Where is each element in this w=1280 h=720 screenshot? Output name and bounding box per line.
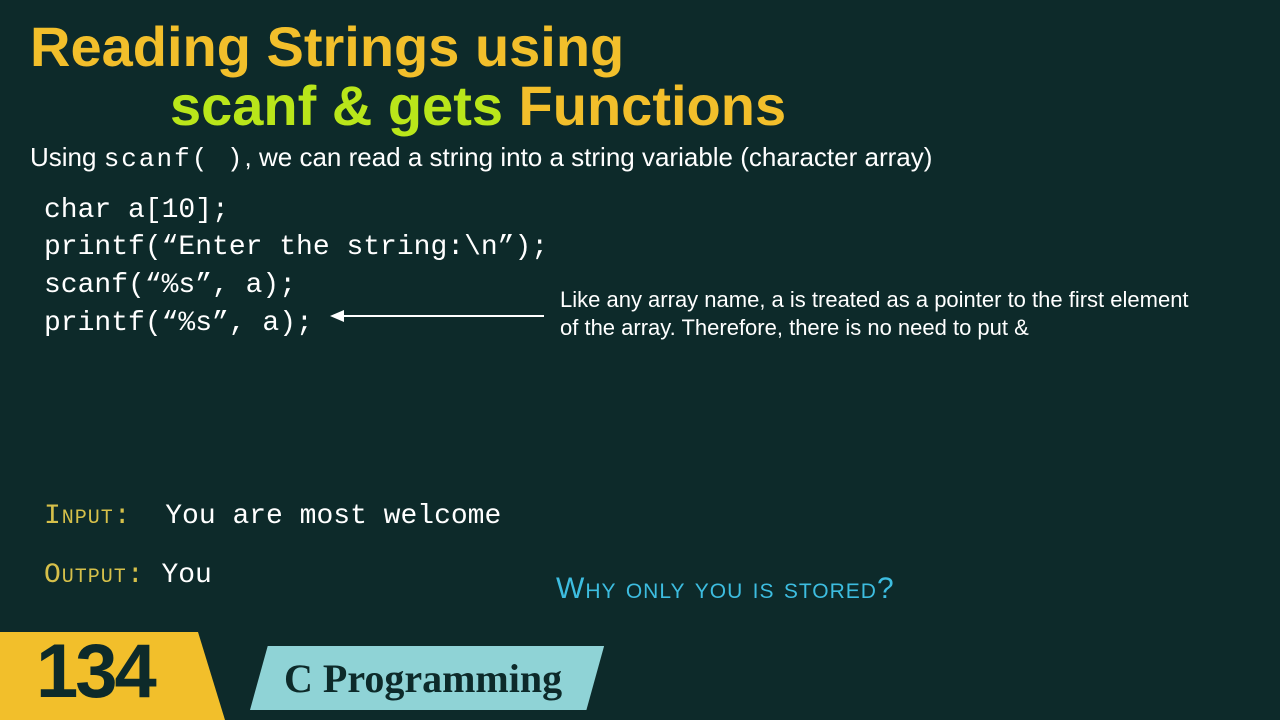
footer-badges: 134 C Programming: [0, 630, 1280, 720]
lesson-number: 134: [36, 628, 154, 715]
arrow-icon: [330, 306, 550, 326]
title-block: Reading Strings using scanf & gets Funct…: [0, 0, 1280, 136]
question-pre: Why only: [556, 572, 695, 605]
title-line-2: scanf & gets Functions: [30, 77, 1250, 136]
title-rest: Functions: [503, 74, 786, 137]
course-name: C Programming: [284, 655, 562, 702]
intro-post: , we can read a string into a string var…: [245, 142, 933, 172]
question-text: Why only you is stored?: [556, 572, 895, 606]
question-post: is stored?: [743, 572, 894, 605]
course-badge: C Programming: [250, 646, 604, 710]
io-block: Input: You are most welcome Output: You: [44, 488, 501, 606]
lesson-number-badge: 134: [0, 632, 225, 720]
intro-text: Using scanf( ), we can read a string int…: [0, 136, 1280, 174]
output-row: Output: You: [44, 547, 501, 606]
output-value: You: [161, 560, 211, 591]
annotation-text: Like any array name, a is treated as a p…: [560, 286, 1200, 341]
title-highlight: scanf & gets: [170, 74, 503, 137]
output-label: Output:: [44, 560, 145, 591]
input-row: Input: You are most welcome: [44, 488, 501, 547]
intro-mono: scanf( ): [104, 144, 245, 174]
input-value: You are most welcome: [165, 501, 501, 532]
intro-pre: Using: [30, 142, 104, 172]
question-emph: you: [695, 572, 744, 605]
title-line-1: Reading Strings using: [30, 18, 1250, 77]
input-label: Input:: [44, 501, 132, 532]
